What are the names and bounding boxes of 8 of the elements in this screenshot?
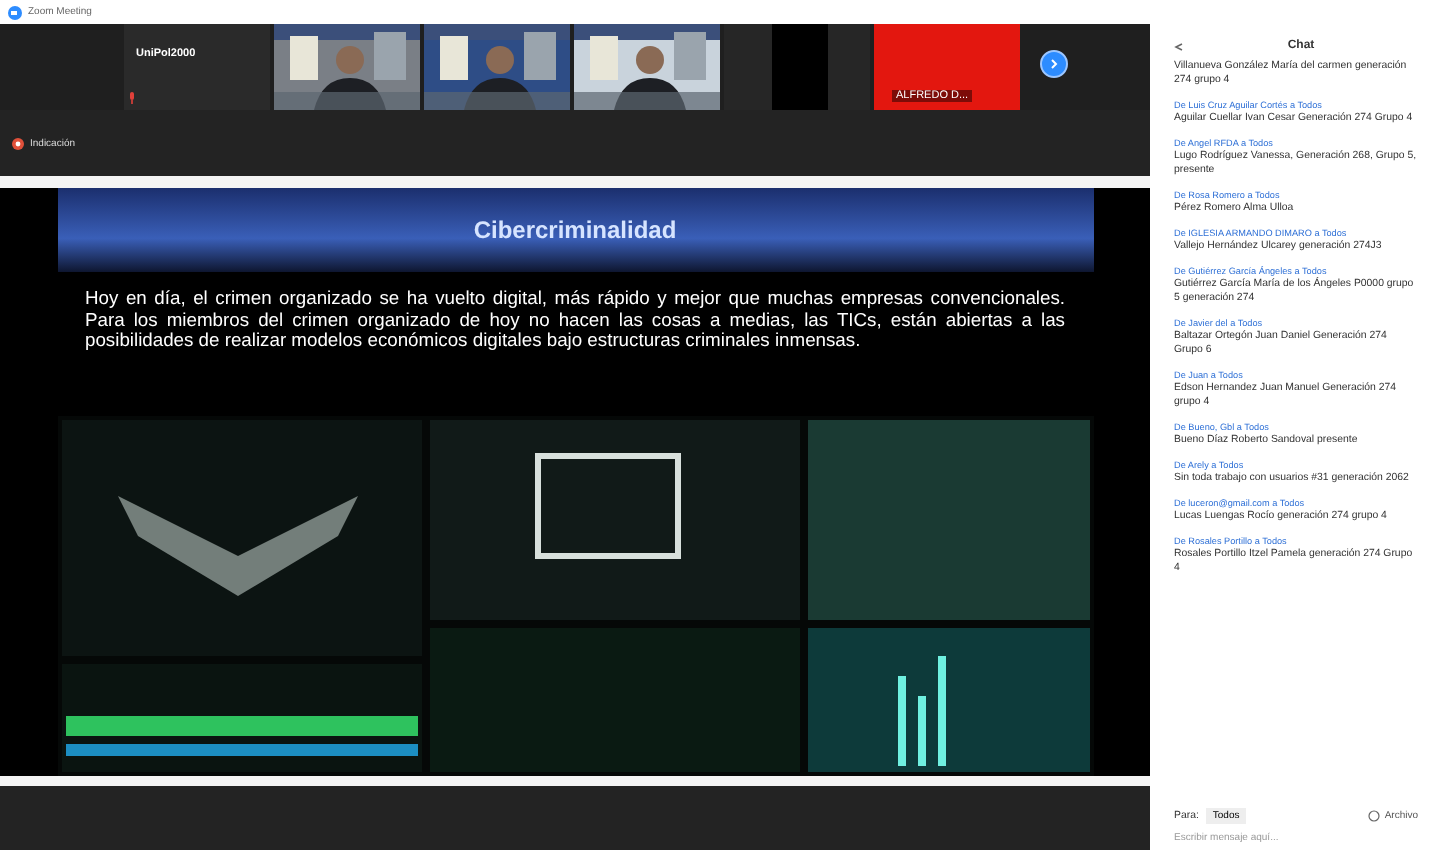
- app-logo-icon: [8, 5, 22, 19]
- chevron-right-icon: [1048, 58, 1060, 70]
- muted-mic-icon: [128, 92, 136, 104]
- slide-text: Hoy en día, el crimen organizado se ha vuelto digital, más rápido y mejor que muchas empresas convencionales. Para los miembros del crimen organizado de hoy no hacen las cosas a medias, las TICs, están abiertas a las posibilidades de realizar modelos económicos digitales bajo estructuras criminales inmensas.: [85, 288, 1065, 351]
- record-icon: [12, 137, 24, 149]
- slide-title: Cibercriminalidad: [473, 216, 677, 244]
- collapse-icon[interactable]: [1174, 41, 1184, 51]
- next-page-button[interactable]: [1040, 50, 1068, 78]
